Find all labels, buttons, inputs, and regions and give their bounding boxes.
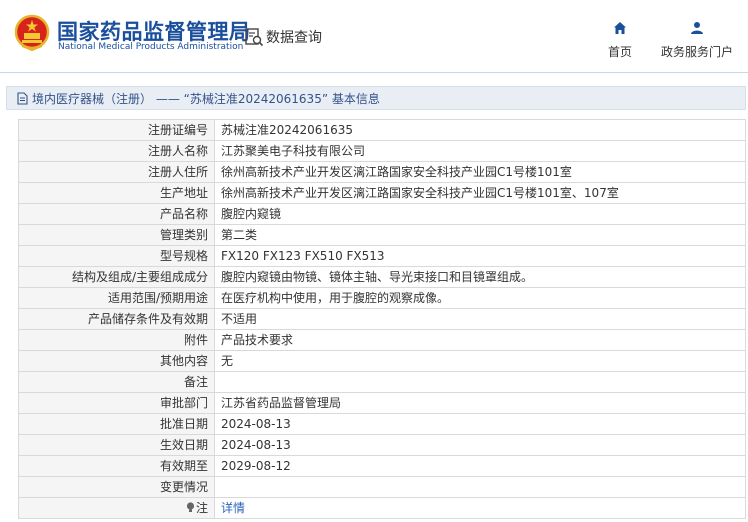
field-label: 备注 [18,371,215,393]
detail-row: 备注 [18,371,746,393]
detail-row: 产品名称 腹腔内窥镜 [18,203,746,225]
field-value: 2024-08-13 [214,434,746,456]
field-value: 腹腔内窥镜由物镜、镜体主轴、导光束接口和目镜罩组成。 [214,266,746,288]
field-label: 审批部门 [18,392,215,414]
field-label: 附件 [18,329,215,351]
field-value: 2024-08-13 [214,413,746,435]
nav-gov-service-label: 政务服务门户 [660,45,733,59]
field-label: 适用范围/预期用途 [18,287,215,309]
note-value-cell: 详情 [214,497,746,519]
note-label: 注 [195,501,208,515]
nav-home-label: 首页 [607,45,632,59]
field-value: 在医疗机构中使用，用于腹腔的观察成像。 [214,287,746,309]
detail-row: 注册人名称 江苏聚美电子科技有限公司 [18,140,746,162]
field-value: 江苏聚美电子科技有限公司 [214,140,746,162]
field-value: FX120 FX123 FX510 FX513 [214,245,746,267]
detail-row: 适用范围/预期用途 在医疗机构中使用，用于腹腔的观察成像。 [18,287,746,309]
home-icon [614,22,626,34]
detail-row: 有效期至 2029-08-12 [18,455,746,477]
field-label: 产品名称 [18,203,215,225]
site-header: 国家药品监督管理局 National Medical Products Admi… [0,0,748,72]
nav-home[interactable]: 首页 [598,20,642,60]
detail-row: 批准日期 2024-08-13 [18,413,746,435]
field-label: 型号规格 [18,245,215,267]
data-query-link[interactable]: 数据查询 [244,26,322,48]
field-label: 生效日期 [18,434,215,456]
detail-row: 注册证编号 苏械注准20242061635 [18,119,746,141]
field-value [214,476,746,498]
field-label: 有效期至 [18,455,215,477]
detail-row: 结构及组成/主要组成成分 腹腔内窥镜由物镜、镜体主轴、导光束接口和目镜罩组成。 [18,266,746,288]
detail-row: 审批部门 江苏省药品监督管理局 [18,392,746,414]
breadcrumb-text: 境内医疗器械（注册） —— “苏械注准20242061635” 基本信息 [32,91,380,106]
details-link[interactable]: 详情 [221,501,245,515]
national-emblem-icon [14,14,50,52]
field-value: 不适用 [214,308,746,330]
field-label: 产品储存条件及有效期 [18,308,215,330]
data-query-label: 数据查询 [266,30,322,46]
field-value: 苏械注准20242061635 [214,119,746,141]
field-value [214,371,746,393]
registration-detail-table: 注册证编号 苏械注准20242061635 注册人名称 江苏聚美电子科技有限公司 注册人… [18,119,746,519]
header-divider [0,72,748,73]
field-label: 变更情况 [18,476,215,498]
detail-row: 产品储存条件及有效期 不适用 [18,308,746,330]
breadcrumb: 境内医疗器械（注册） —— “苏械注准20242061635” 基本信息 [6,86,746,110]
site-subtitle: National Medical Products Administration [58,42,244,52]
detail-row: 变更情况 [18,476,746,498]
field-label: 注册证编号 [18,119,215,141]
note-label-cell: 注 [18,497,215,519]
detail-row: 其他内容无 [18,350,746,372]
field-value: 腹腔内窥镜 [214,203,746,225]
field-value: 2029-08-12 [214,455,746,477]
document-icon [17,91,28,105]
field-value: 徐州高新技术产业开发区漓江路国家安全科技产业园C1号楼101室 [214,161,746,183]
field-value: 无 [214,350,746,372]
field-value: 产品技术要求 [214,329,746,351]
bulb-icon [186,502,195,512]
field-value: 徐州高新技术产业开发区漓江路国家安全科技产业园C1号楼101室、107室 [214,182,746,204]
nav-gov-service-portal[interactable]: 政务服务门户 [655,20,739,60]
detail-row: 生产地址 徐州高新技术产业开发区漓江路国家安全科技产业园C1号楼101室、107室 [18,182,746,204]
field-label: 结构及组成/主要组成成分 [18,266,215,288]
field-label: 注册人住所 [18,161,215,183]
detail-row: 型号规格 FX120 FX123 FX510 FX513 [18,245,746,267]
field-label: 生产地址 [18,182,215,204]
field-value: 第二类 [214,224,746,246]
detail-row: 生效日期 2024-08-13 [18,434,746,456]
field-label: 其他内容 [18,350,215,372]
user-icon [691,22,703,34]
note-row: 注详情 [18,497,746,519]
detail-row: 管理类别 第二类 [18,224,746,246]
field-label: 批准日期 [18,413,215,435]
field-value: 江苏省药品监督管理局 [214,392,746,414]
field-label: 管理类别 [18,224,215,246]
detail-row: 注册人住所 徐州高新技术产业开发区漓江路国家安全科技产业园C1号楼101室 [18,161,746,183]
detail-row: 附件 产品技术要求 [18,329,746,351]
search-document-icon [245,28,264,47]
field-label: 注册人名称 [18,140,215,162]
